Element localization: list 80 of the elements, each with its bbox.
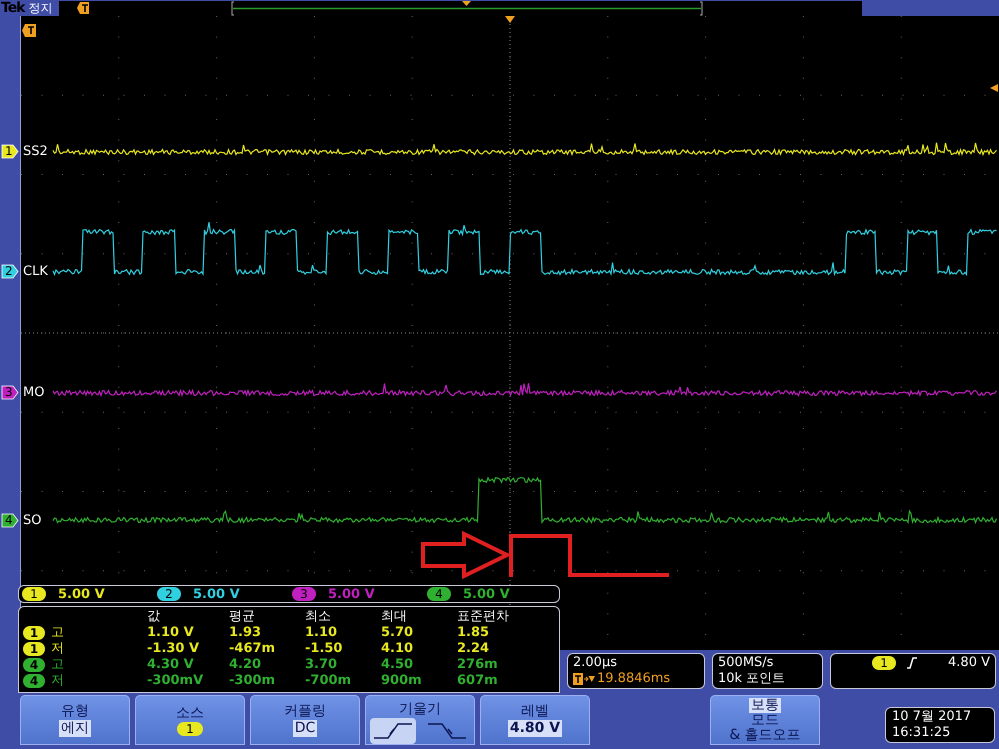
measurement-value: -300mV [147, 673, 204, 689]
channel-badge: 1 [23, 642, 45, 656]
date: 10 7월 2017 [892, 709, 972, 725]
measurement-value: 1.10 [305, 625, 338, 641]
menu-button[interactable]: 레벨 4.80 V [480, 695, 590, 745]
mode-button-line: & 홀드오프 [728, 728, 802, 742]
channel-badge: 3 [292, 587, 316, 601]
acquisition-status: 정지 [28, 0, 52, 16]
vertical-scale: 5.00 V [463, 586, 510, 602]
horizontal-position: 19.8846ms [597, 671, 670, 687]
channel-number: 3 [5, 384, 13, 400]
channel-badge: 4 [427, 587, 451, 601]
measurement-value: 4.50 [381, 657, 414, 673]
menu-title: 커플링 [284, 703, 326, 720]
menu-title: 기울기 [399, 701, 441, 718]
menu-value: 에지 [59, 720, 91, 737]
column-header: 표준편차 [457, 609, 510, 625]
measurement-value: 2.24 [457, 641, 490, 657]
measurement-value: 900m [381, 673, 423, 689]
measurement-value: 5.70 [381, 625, 414, 641]
trigger-delay-icon [573, 673, 595, 685]
record-length: 10k 포인트 [718, 671, 786, 687]
channel-number: 2 [5, 263, 13, 279]
menu-button[interactable]: 유형 에지 [20, 695, 130, 745]
menu-button[interactable]: 기울기 [365, 695, 475, 745]
channel-number: 4 [5, 512, 13, 528]
vertical-scale: 5.00 V [193, 586, 240, 602]
trigger-level-icon [990, 84, 998, 92]
measurement-name: 저 [51, 673, 64, 689]
measurement-name: 고 [51, 625, 64, 641]
column-header: 최대 [381, 609, 408, 625]
channel-marker [1, 144, 19, 159]
channel-badge: 4 [23, 658, 45, 672]
channel-badge: 4 [23, 674, 45, 688]
channel-badge: 1 [23, 626, 45, 640]
menu-value: DC [292, 720, 318, 737]
measurement-value: 276m [457, 657, 499, 673]
measurement-value: 4.20 [229, 657, 262, 673]
time: 16:31:25 [892, 725, 952, 741]
measurement-name: 저 [51, 641, 64, 657]
measurement-value: 1.10 V [147, 625, 195, 641]
measurement-value: -300m [229, 673, 276, 689]
measurement-value: -1.50 [305, 641, 344, 657]
measurement-value: 1.93 [229, 625, 262, 641]
trigger-source-badge: 1 [872, 656, 896, 670]
sample-rate: 500MS/s [718, 655, 774, 671]
menu-title: 소스 [176, 704, 204, 722]
measurement-value: 4.10 [381, 641, 414, 657]
menu-button[interactable]: 소스 1 [135, 695, 245, 745]
menu-title: 레벨 [521, 703, 549, 720]
measurement-name: 고 [51, 657, 64, 673]
channel-number: 1 [5, 143, 13, 159]
measurement-value: -1.30 V [147, 641, 200, 657]
column-header: 값 [147, 609, 161, 625]
source-badge: 1 [177, 722, 203, 736]
horizontal-scale: 2.00µs [573, 655, 617, 671]
column-header: 평균 [229, 609, 256, 625]
slope-option[interactable] [370, 718, 416, 744]
measurement-value: -700m [305, 673, 352, 689]
vertical-scale: 5.00 V [328, 586, 375, 602]
measurement-value: 607m [457, 673, 499, 689]
rising-edge-icon [906, 657, 918, 669]
channel-marker [1, 264, 19, 279]
measurement-value: 1.85 [457, 625, 490, 641]
channel-marker [1, 513, 19, 528]
channel-badge: 2 [157, 587, 181, 601]
menu-button[interactable]: 커플링 DC [250, 695, 360, 745]
column-header: 최소 [305, 609, 332, 625]
mode-holdoff-button[interactable]: 보통 모드 & 홀드오프 [710, 695, 820, 745]
vertical-scale: 5.00 V [58, 586, 105, 602]
channel-badge: 1 [22, 587, 46, 601]
channel-marker [1, 385, 19, 400]
measurement-value: 4.30 V [147, 657, 195, 673]
measurement-value: -467m [229, 641, 276, 657]
measurement-value: 3.70 [305, 657, 338, 673]
menu-title: 유형 [61, 703, 89, 720]
menu-value: 4.80 V [508, 720, 562, 737]
trigger-level: 4.80 V [948, 655, 990, 671]
brand-label: Tek [1, 0, 24, 16]
mode-button-line: 모드 [750, 712, 780, 728]
